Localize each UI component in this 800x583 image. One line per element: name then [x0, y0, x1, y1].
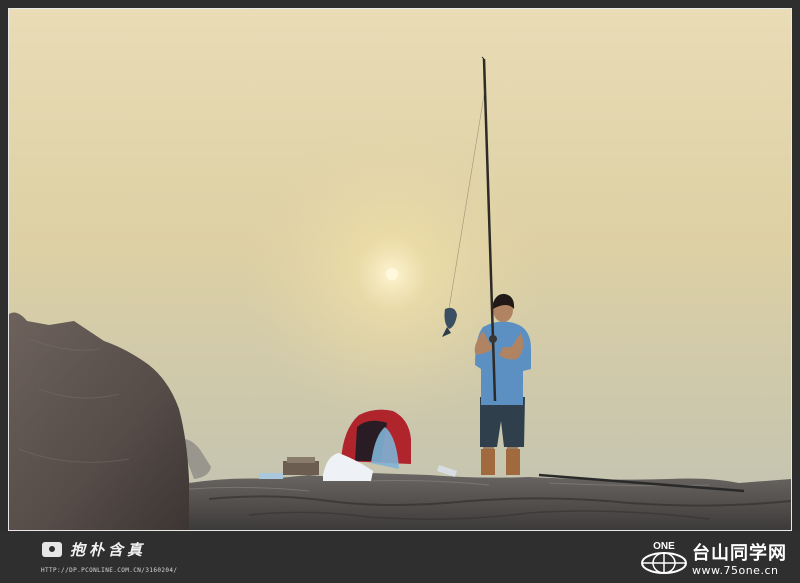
- author-url: HTTP://DP.PCONLINE.COM.CN/3160204/: [41, 567, 178, 574]
- rocky-ground: [189, 473, 791, 530]
- site-logo-text: ONE: [653, 541, 675, 552]
- photo-scene: [9, 9, 791, 530]
- globe-logo-icon: ONE: [641, 541, 687, 574]
- author-name: 抱朴含真: [70, 541, 147, 559]
- sun: [386, 268, 398, 280]
- footer-bar: 抱朴含真 HTTP://DP.PCONLINE.COM.CN/3160204/ …: [0, 531, 800, 583]
- site-name: 台山同学网: [692, 543, 787, 564]
- camera-icon: [42, 542, 62, 557]
- author-signature: 抱朴含真: [42, 539, 146, 560]
- site-url: www.75one.cn: [692, 564, 779, 577]
- box: [283, 461, 319, 475]
- photo: [8, 8, 792, 531]
